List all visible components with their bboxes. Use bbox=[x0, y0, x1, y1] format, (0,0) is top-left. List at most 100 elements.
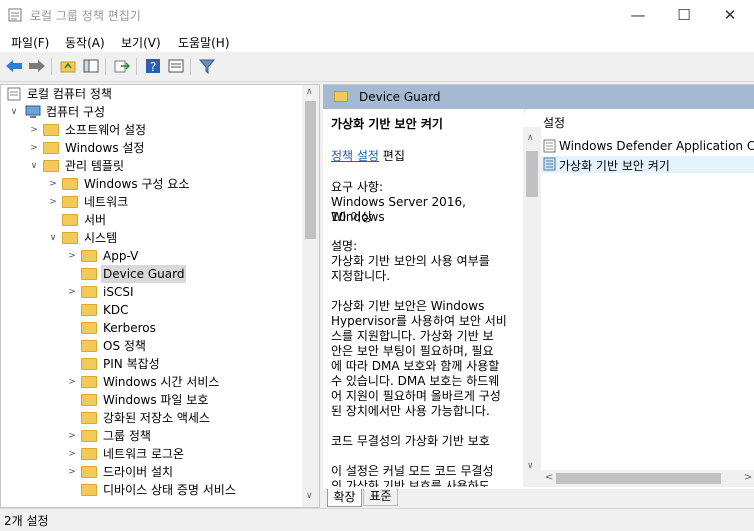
view-tabs: 확장 표준 bbox=[323, 489, 754, 507]
chevron-right-icon[interactable]: > bbox=[48, 175, 58, 193]
tree-item-enhanced-storage-access[interactable]: 강화된 저장소 액세스 bbox=[1, 409, 301, 427]
folder-icon bbox=[62, 196, 78, 208]
menu-help[interactable]: 도움말(H) bbox=[178, 34, 230, 51]
tab-extended[interactable]: 확장 bbox=[327, 489, 362, 507]
export-list-icon[interactable] bbox=[112, 57, 132, 75]
tree-item-group-policy[interactable]: > 그룹 정책 bbox=[1, 427, 301, 445]
filter-icon[interactable] bbox=[197, 57, 217, 75]
menu-view[interactable]: 보기(V) bbox=[121, 34, 161, 51]
tree-item-windows-file-protection[interactable]: Windows 파일 보호 bbox=[1, 391, 301, 409]
title-bar: 로컬 그룹 정책 편집기 — ☐ ✕ bbox=[0, 0, 754, 31]
list-scrollbar[interactable]: ∧ ∨ bbox=[523, 109, 541, 487]
tree-item-server[interactable]: 서버 bbox=[1, 211, 301, 229]
tree-item-device-health-attestation[interactable]: 디바이스 상태 증명 서비스 bbox=[1, 481, 301, 499]
chevron-right-icon[interactable]: > bbox=[67, 283, 77, 301]
folder-icon bbox=[62, 232, 78, 244]
category-title: Device Guard bbox=[359, 90, 441, 104]
folder-icon bbox=[81, 304, 97, 316]
folder-icon bbox=[81, 448, 97, 460]
tree-item-windows-settings[interactable]: > Windows 설정 bbox=[1, 139, 301, 157]
chevron-right-icon[interactable]: > bbox=[67, 247, 77, 265]
menu-file[interactable]: 파일(F) bbox=[11, 34, 49, 51]
description-panel: 가상화 기반 보안 켜기 정책 설정 편집 요구 사항: Windows Ser… bbox=[323, 109, 523, 487]
chevron-right-icon[interactable]: > bbox=[67, 427, 77, 445]
properties-icon[interactable] bbox=[166, 57, 186, 75]
folder-icon bbox=[81, 430, 97, 442]
status-text: 2개 설정 bbox=[4, 514, 49, 528]
maximize-button[interactable]: ☐ bbox=[661, 0, 707, 31]
help-icon[interactable]: ? bbox=[143, 57, 163, 75]
folder-icon bbox=[43, 160, 59, 172]
menu-action[interactable]: 동작(A) bbox=[65, 34, 105, 51]
chevron-right-icon[interactable]: > bbox=[67, 463, 77, 481]
tree-item-network[interactable]: > 네트워크 bbox=[1, 193, 301, 211]
folder-icon bbox=[81, 358, 97, 370]
close-button[interactable]: ✕ bbox=[707, 0, 753, 31]
list-item[interactable]: Windows Defender Application Con bbox=[541, 138, 754, 155]
scroll-up-icon[interactable]: ∧ bbox=[527, 133, 534, 143]
edit-policy-link[interactable]: 정책 설정 bbox=[331, 149, 379, 163]
chevron-right-icon[interactable]: > bbox=[29, 139, 39, 157]
scroll-left-icon[interactable]: < bbox=[545, 472, 553, 483]
tree-item-network-logon[interactable]: > 네트워크 로그온 bbox=[1, 445, 301, 463]
tree-item-local-computer-policy[interactable]: 로컬 컴퓨터 정책 bbox=[1, 85, 301, 103]
tree-item-kerberos[interactable]: Kerberos bbox=[1, 319, 301, 337]
description-text: 가상화 기반 보안의 사용 여부를 bbox=[331, 254, 490, 268]
tree-item-driver-installation[interactable]: > 드라이버 설치 bbox=[1, 463, 301, 481]
folder-icon bbox=[81, 466, 97, 478]
folder-icon bbox=[81, 268, 97, 280]
column-header-setting[interactable]: 설정 bbox=[543, 114, 565, 131]
chevron-right-icon[interactable]: > bbox=[29, 121, 39, 139]
scroll-right-icon[interactable]: > bbox=[744, 472, 752, 483]
description-text: 안은 보안 부팅이 필요하며, 필요 bbox=[331, 344, 494, 358]
show-hide-tree-icon[interactable] bbox=[81, 57, 101, 75]
tree-item-windows-components[interactable]: > Windows 구성 요소 bbox=[1, 175, 301, 193]
folder-up-icon[interactable] bbox=[58, 57, 78, 75]
description-text: 스를 지원합니다. 가상화 기반 보 bbox=[331, 329, 494, 343]
tree-item-pin-complexity[interactable]: PIN 복잡성 bbox=[1, 355, 301, 373]
chevron-right-icon[interactable]: > bbox=[48, 193, 58, 211]
minimize-button[interactable]: — bbox=[615, 0, 661, 31]
forward-arrow-icon[interactable] bbox=[27, 57, 47, 75]
scroll-down-icon[interactable]: ∨ bbox=[527, 461, 534, 471]
folder-icon bbox=[81, 376, 97, 388]
policy-tree[interactable]: 로컬 컴퓨터 정책 ∨ 컴퓨터 구성 > 소프트웨어 설정 > Windows … bbox=[0, 84, 320, 508]
folder-icon bbox=[81, 322, 97, 334]
chevron-right-icon[interactable]: > bbox=[67, 373, 77, 391]
tree-item-app-v[interactable]: > App-V bbox=[1, 247, 301, 265]
list-item-selected[interactable]: 가상화 기반 보안 켜기 bbox=[541, 156, 754, 173]
tree-item-windows-time-service[interactable]: > Windows 시간 서비스 bbox=[1, 373, 301, 391]
scroll-up-icon[interactable]: ∧ bbox=[306, 87, 313, 97]
status-bar: 2개 설정 bbox=[0, 508, 754, 531]
tab-standard[interactable]: 표준 bbox=[363, 489, 398, 506]
tree-item-iscsi[interactable]: > iSCSI bbox=[1, 283, 301, 301]
category-header: Device Guard bbox=[323, 85, 754, 109]
tree-item-kdc[interactable]: KDC bbox=[1, 301, 301, 319]
back-arrow-icon[interactable] bbox=[4, 57, 24, 75]
description-text: 의 가상화 기반 보호를 사용하도 bbox=[331, 479, 490, 487]
chevron-down-icon[interactable]: ∨ bbox=[9, 103, 19, 121]
tree-item-os-policy[interactable]: OS 정책 bbox=[1, 337, 301, 355]
list-hscroll-thumb[interactable] bbox=[556, 473, 721, 484]
policy-setting-icon bbox=[543, 139, 556, 156]
settings-list[interactable]: ∧ ∨ 설정 Windows Defender Application Con … bbox=[523, 109, 754, 487]
tree-scrollbar[interactable]: ∧ ∨ bbox=[302, 85, 319, 507]
chevron-down-icon[interactable]: ∨ bbox=[48, 229, 58, 247]
tree-item-device-guard[interactable]: Device Guard bbox=[1, 265, 301, 283]
list-hscrollbar[interactable]: < > bbox=[541, 470, 754, 487]
chevron-right-icon[interactable]: > bbox=[67, 445, 77, 463]
list-scroll-thumb[interactable] bbox=[526, 151, 538, 197]
tree-item-system[interactable]: ∨ 시스템 bbox=[1, 229, 301, 247]
tree-item-software-settings[interactable]: > 소프트웨어 설정 bbox=[1, 121, 301, 139]
tree-scroll-thumb[interactable] bbox=[305, 101, 316, 239]
tree-item-admin-templates[interactable]: ∨ 관리 템플릿 bbox=[1, 157, 301, 175]
window-title: 로컬 그룹 정책 편집기 bbox=[30, 9, 141, 23]
description-text: Hypervisor를 사용하여 보안 서비 bbox=[331, 314, 507, 328]
folder-icon bbox=[62, 178, 78, 190]
chevron-down-icon[interactable]: ∨ bbox=[29, 157, 39, 175]
tree-item-computer-config[interactable]: ∨ 컴퓨터 구성 bbox=[1, 103, 301, 121]
policy-editor-icon bbox=[8, 8, 22, 22]
folder-icon bbox=[81, 412, 97, 424]
scroll-down-icon[interactable]: ∨ bbox=[306, 491, 313, 501]
right-pane: Device Guard 가상화 기반 보안 켜기 정책 설정 편집 요구 사항… bbox=[323, 84, 754, 507]
